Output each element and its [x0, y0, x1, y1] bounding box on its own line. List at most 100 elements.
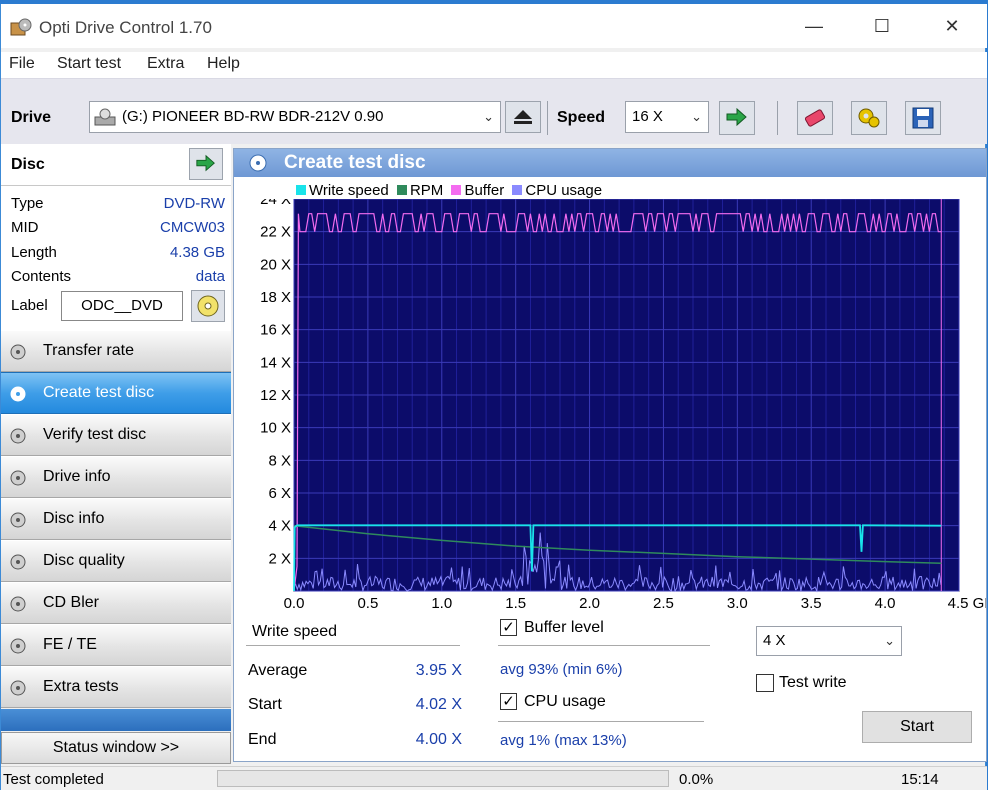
x-tick-label: 1.5 — [505, 595, 526, 612]
disc-info-panel: Type DVD-RW MID CMCW03 Length 4.38 GB Co… — [1, 186, 231, 330]
disc-label-button[interactable] — [191, 290, 225, 322]
disc-row-mid: MID CMCW03 — [11, 219, 225, 241]
panel-header: Create test disc — [234, 149, 986, 177]
end-label: End — [248, 731, 277, 748]
disc-row-length: Length 4.38 GB — [11, 244, 225, 266]
disc-value: DVD-RW — [163, 195, 225, 212]
y-tick-label: 4 X — [268, 518, 291, 535]
nav-label: Create test disc — [43, 384, 155, 401]
y-tick-label: 18 X — [260, 289, 291, 306]
nav-disc-icon — [10, 554, 26, 570]
x-tick-label: 4.5 GB — [948, 595, 986, 612]
y-tick-label: 14 X — [260, 354, 291, 371]
y-tick-label: 6 X — [268, 485, 291, 502]
x-tick-label: 4.0 — [875, 595, 896, 612]
chevron-down-icon: ⌄ — [483, 109, 494, 124]
erase-button[interactable] — [797, 101, 833, 135]
y-tick-label: 10 X — [260, 420, 291, 437]
refresh-speed-button[interactable] — [719, 101, 755, 135]
x-tick-label: 3.5 — [801, 595, 822, 612]
legend-buffer: Buffer — [464, 181, 505, 199]
nav-disc-info[interactable]: Disc info — [1, 498, 231, 540]
settings-button[interactable] — [851, 101, 887, 135]
toolbar: Drive (G:) PIONEER BD-RW BDR-212V 0.90 ⌄… — [1, 78, 987, 144]
nav-verify-test-disc[interactable]: Verify test disc — [1, 414, 231, 456]
eject-icon — [514, 110, 532, 124]
nav-disc-icon — [10, 512, 26, 528]
legend-rpm: RPM — [409, 181, 444, 199]
nav-label: Disc quality — [43, 552, 125, 569]
app-window: Opti Drive Control 1.70 — ☐ ✕ File Start… — [0, 4, 987, 790]
minimize-button[interactable]: — — [791, 8, 837, 44]
nav-transfer-rate[interactable]: Transfer rate — [1, 330, 231, 372]
close-button[interactable]: ✕ — [929, 8, 975, 44]
disc-value: 4.38 GB — [169, 244, 225, 261]
menu-help[interactable]: Help — [207, 55, 240, 73]
refresh-disc-button[interactable] — [189, 148, 223, 180]
disc-label-field[interactable]: ODC__DVD — [61, 291, 183, 321]
nav-disc-icon — [10, 344, 26, 360]
floppy-icon — [912, 107, 934, 129]
legend-swatch-rpm — [396, 185, 407, 196]
test-write-checkbox[interactable] — [756, 674, 774, 692]
menu-extra[interactable]: Extra — [147, 55, 184, 73]
nav-extra-tests[interactable]: Extra tests — [1, 666, 231, 708]
status-window-button[interactable]: Status window >> — [1, 732, 231, 764]
toolbar-separator — [547, 101, 548, 135]
buffer-level-label: Buffer level — [524, 619, 604, 636]
disc-icon — [197, 295, 219, 317]
nav-label: Extra tests — [43, 678, 119, 695]
refresh-icon — [196, 154, 215, 172]
menu-bar: File Start test Extra Help — [1, 52, 987, 78]
eject-button[interactable] — [505, 101, 541, 133]
nav-disc-icon — [10, 680, 26, 696]
buffer-level-text: avg 93% (min 6%) — [500, 661, 623, 678]
drive-icon — [94, 108, 116, 126]
disc-row-type: Type DVD-RW — [11, 195, 225, 217]
create-disc-icon — [249, 154, 267, 172]
nav-label: Verify test disc — [43, 426, 147, 443]
save-button[interactable] — [905, 101, 941, 135]
status-text: Test completed — [3, 771, 104, 788]
x-tick-label: 2.5 — [653, 595, 674, 612]
cpu-usage-checkbox[interactable]: ✓ — [500, 693, 517, 710]
y-tick-label: 12 X — [260, 387, 291, 404]
buffer-level-checkbox[interactable]: ✓ — [500, 619, 517, 636]
disc-row-contents: Contents data — [11, 268, 225, 290]
legend-swatch-cpu — [512, 185, 523, 196]
nav-label: FE / TE — [43, 636, 97, 653]
cpu-usage-text: avg 1% (max 13%) — [500, 732, 627, 749]
menu-start-test[interactable]: Start test — [57, 55, 121, 73]
legend-swatch-buffer — [451, 185, 462, 196]
speed-select[interactable]: 16 X ⌄ — [625, 101, 709, 133]
start-button[interactable]: Start — [862, 711, 972, 743]
x-tick-label: 0.5 — [357, 595, 378, 612]
write-speed-select[interactable]: 4 X ⌄ — [756, 626, 902, 656]
nav-label: Disc info — [43, 510, 105, 527]
y-tick-label: 2 X — [268, 550, 291, 567]
disc-key: Length — [11, 244, 57, 261]
drive-value: (G:) PIONEER BD-RW BDR-212V 0.90 — [122, 108, 384, 125]
end-value: 4.00 X — [415, 731, 462, 748]
separator — [498, 721, 704, 722]
nav-fe-te[interactable]: FE / TE — [1, 624, 231, 666]
x-tick-label: 3.0 — [727, 595, 748, 612]
y-tick-label: 24 X — [260, 199, 291, 208]
menu-file[interactable]: File — [9, 55, 35, 73]
start-label: Start — [248, 696, 282, 713]
disc-key: Contents — [11, 268, 72, 285]
nav-drive-info[interactable]: Drive info — [1, 456, 231, 498]
maximize-button[interactable]: ☐ — [859, 8, 905, 44]
progress-percent: 0.0% — [679, 771, 714, 788]
drive-select[interactable]: (G:) PIONEER BD-RW BDR-212V 0.90 ⌄ — [89, 101, 501, 133]
nav-cd-bler[interactable]: CD Bler — [1, 582, 231, 624]
nav-filler — [1, 709, 231, 731]
nav-disc-quality[interactable]: Disc quality — [1, 540, 231, 582]
status-bar: Test completed 0.0% 15:14 — [1, 766, 987, 790]
drive-label: Drive — [11, 109, 52, 126]
nav-create-test-disc[interactable]: Create test disc — [1, 372, 231, 414]
eraser-icon — [804, 109, 826, 127]
disc-label-key: Label — [11, 297, 48, 314]
refresh-icon — [726, 107, 747, 127]
nav-disc-icon — [10, 470, 26, 486]
